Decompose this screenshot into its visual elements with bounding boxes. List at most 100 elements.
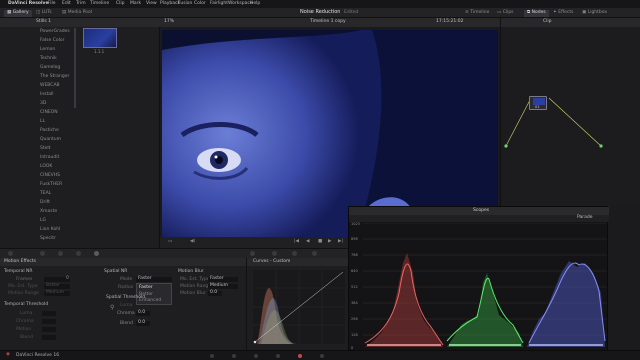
app-version: DaVinci Resolve 16 xyxy=(16,353,60,358)
album-item[interactable]: Drift xyxy=(40,200,50,206)
mb-mo-est-type-select[interactable]: Faster xyxy=(208,276,238,282)
motion-range-value: Medium xyxy=(46,290,64,295)
forward-icon[interactable]: ▶| xyxy=(338,239,343,245)
media-page-icon[interactable] xyxy=(210,354,214,358)
mb-motion-blur-field[interactable]: 0.0 xyxy=(208,290,222,296)
stop-icon[interactable]: ■ xyxy=(318,239,322,245)
menu-workspace[interactable]: Workspace xyxy=(228,1,253,6)
album-item[interactable]: Technik xyxy=(40,56,57,62)
album-item[interactable]: 3D xyxy=(40,101,46,107)
luts-tab[interactable]: ◫ LUTs xyxy=(36,10,52,16)
curves-graph[interactable] xyxy=(253,270,345,344)
album-item[interactable]: Xmaste xyxy=(40,209,57,215)
album-item[interactable]: WEBCAB xyxy=(40,83,60,89)
menu-fusion[interactable]: Fusion xyxy=(178,1,192,6)
mb-motion-range-select[interactable]: Medium xyxy=(208,283,238,289)
project-title: Noise Reduction xyxy=(300,9,341,15)
album-item[interactable]: Install xyxy=(40,92,54,98)
lightbox-tab[interactable]: ▣ Lightbox xyxy=(582,10,607,16)
edit-page-icon[interactable] xyxy=(254,354,258,358)
motion-range-select[interactable]: Medium xyxy=(44,290,70,296)
color-match-icon[interactable] xyxy=(40,251,45,256)
spatial-chroma-field[interactable]: 0.0 xyxy=(136,310,150,316)
qualifier-icon[interactable] xyxy=(272,251,277,256)
project-status: Edited xyxy=(344,10,359,15)
motion-effects-icon[interactable] xyxy=(94,251,99,256)
album-item[interactable]: PowerGrades xyxy=(40,29,70,35)
viewer-header: 17% Timeline 1 copy 17:15:21:02 xyxy=(160,18,500,27)
album-item[interactable]: FuskTHER xyxy=(40,182,62,188)
menu-file[interactable]: File xyxy=(48,1,56,6)
cut-page-icon[interactable] xyxy=(232,354,236,358)
album-item[interactable]: Intraudit xyxy=(40,155,59,161)
album-item[interactable]: Pastiche xyxy=(40,128,59,134)
mo-est-type-select[interactable]: Better xyxy=(44,283,70,289)
album-item[interactable]: CINEVHS xyxy=(40,173,60,179)
menu-color[interactable]: Color xyxy=(194,1,206,6)
spatial-blend-field[interactable]: 0.0 xyxy=(136,320,150,326)
gallery-tab[interactable]: ▦ Gallery xyxy=(4,10,32,17)
temporal-luma-field[interactable] xyxy=(42,311,56,316)
audio-icon[interactable]: ◀) xyxy=(190,239,195,245)
stop-icon[interactable]: ◀ xyxy=(306,239,309,245)
menu-timeline[interactable]: Timeline xyxy=(90,1,109,6)
menu-fairlight[interactable]: Fairlight xyxy=(210,1,228,6)
color-wheels-icon[interactable] xyxy=(58,251,63,256)
temporal-chroma-field[interactable] xyxy=(42,319,56,324)
clips-tab[interactable]: ▭ Clips xyxy=(497,10,514,16)
timeline-tab[interactable]: ≡ Timeline xyxy=(465,10,489,16)
media-pool-tab[interactable]: ▤ Media Pool xyxy=(62,10,92,16)
tracker-icon[interactable] xyxy=(312,251,317,256)
corrector-node[interactable]: 01 xyxy=(529,96,547,110)
menu-view[interactable]: View xyxy=(146,1,157,6)
timeline-name[interactable]: Timeline 1 copy xyxy=(310,19,346,25)
mo-est-type-label: Mo. Est. Type xyxy=(8,284,38,289)
link-icon[interactable]: ⚲ xyxy=(110,304,114,311)
node-graph[interactable] xyxy=(501,28,640,206)
album-item[interactable]: False Color xyxy=(40,38,64,44)
menu-mark[interactable]: Mark xyxy=(130,1,141,6)
temporal-blend-field[interactable] xyxy=(42,335,56,340)
play-reverse-icon[interactable]: |◀ xyxy=(294,239,299,245)
menu-help[interactable]: Help xyxy=(250,1,260,6)
color-page-icon[interactable] xyxy=(298,354,302,358)
play-icon[interactable]: ▶ xyxy=(328,239,331,245)
album-item[interactable]: LG xyxy=(40,218,46,224)
album-item[interactable]: TEAL xyxy=(40,191,51,197)
menu-trim[interactable]: Trim xyxy=(76,1,86,6)
window-icon[interactable] xyxy=(292,251,297,256)
album-item[interactable]: The Stranger xyxy=(40,74,69,80)
camera-raw-icon[interactable] xyxy=(8,251,13,256)
menu-app[interactable]: DaVinci Resolve xyxy=(8,1,49,6)
frames-select[interactable]: 0 xyxy=(44,276,70,282)
fairlight-page-icon[interactable] xyxy=(320,354,324,358)
temporal-motion-field[interactable] xyxy=(42,327,56,332)
still-thumbnail[interactable] xyxy=(83,28,117,48)
menu-clip[interactable]: Clip xyxy=(116,1,125,6)
album-item[interactable]: Gamelog xyxy=(40,65,60,71)
album-item[interactable]: Specitr xyxy=(40,236,56,242)
album-item[interactable]: CINEON xyxy=(40,110,58,116)
crop-icon[interactable]: ▭ xyxy=(168,239,172,245)
scopes-mode-select[interactable]: Parade xyxy=(577,215,593,221)
top-toolbar: ▦ Gallery ◫ LUTs ▤ Media Pool Noise Redu… xyxy=(0,8,640,18)
album-scrollbar[interactable] xyxy=(74,28,76,108)
album-item[interactable]: Stelt xyxy=(40,146,50,152)
fusion-page-icon[interactable] xyxy=(276,354,280,358)
menu-edit[interactable]: Edit xyxy=(62,1,71,6)
clip-mode-select[interactable]: Clip xyxy=(543,19,552,25)
effects-tab[interactable]: ✦ Effects xyxy=(553,10,574,16)
temporal-threshold-title: Temporal Threshold xyxy=(4,302,49,307)
album-item[interactable]: Lemon xyxy=(40,47,55,53)
album-item[interactable]: LOOK xyxy=(40,164,52,170)
curves-icon[interactable] xyxy=(250,251,255,256)
album-item[interactable]: Lion Kohl xyxy=(40,227,60,233)
nodes-tab[interactable]: ⧉ Nodes xyxy=(524,10,549,17)
spatial-mode-select[interactable]: Faster xyxy=(136,276,172,282)
rgb-mixer-icon[interactable] xyxy=(76,251,81,256)
album-item[interactable]: LL xyxy=(40,119,45,125)
zoom-level[interactable]: 17% xyxy=(164,19,174,25)
dropdown-option-faster[interactable]: Faster xyxy=(139,285,153,291)
album-item[interactable]: Quantum xyxy=(40,137,61,143)
scale-label: 1023 xyxy=(351,222,360,226)
